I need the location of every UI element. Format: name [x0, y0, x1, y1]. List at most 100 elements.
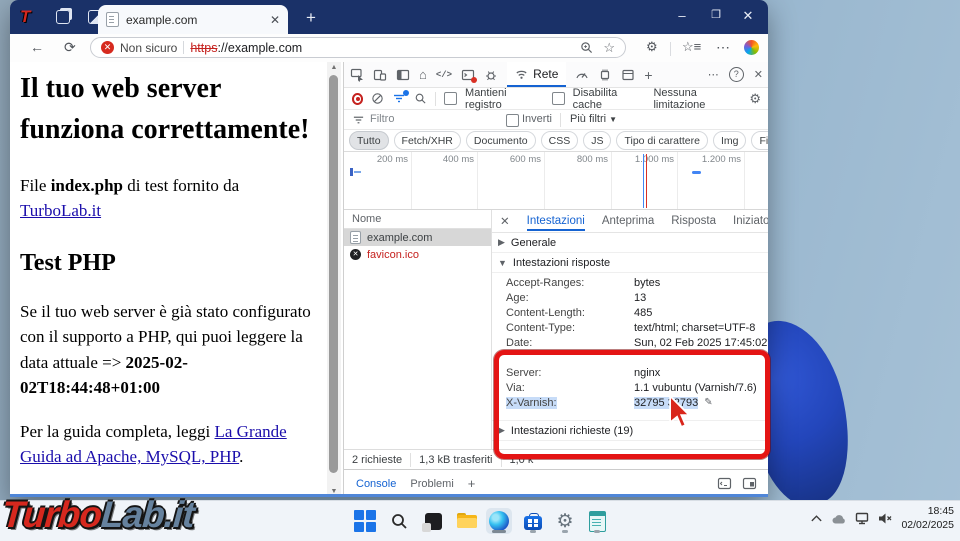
- title-bar: T example.com ✕ + – ❐ ✕: [10, 0, 768, 34]
- taskbar-app-dark-icon[interactable]: [420, 508, 446, 534]
- help-icon[interactable]: ?: [729, 67, 744, 82]
- filter-chip-js[interactable]: JS: [583, 131, 611, 150]
- expand-drawer-icon[interactable]: [742, 477, 757, 490]
- minimize-button[interactable]: –: [674, 8, 690, 23]
- preserve-log-checkbox[interactable]: [444, 92, 457, 105]
- tab-headers[interactable]: Intestazioni: [527, 211, 585, 231]
- new-tab-button[interactable]: +: [306, 8, 316, 28]
- header-row-xvarnish: X-Varnish: 32795 32793 ✎: [492, 395, 768, 410]
- workspaces-icon[interactable]: [56, 10, 70, 24]
- performance-icon[interactable]: [575, 68, 589, 82]
- console-icon[interactable]: [461, 68, 475, 82]
- filter-chip-img[interactable]: Img: [713, 131, 747, 150]
- filter-chip-media[interactable]: File multimediali: [751, 131, 768, 150]
- address-bar[interactable]: ✕ Non sicuro https://example.com ☆: [90, 37, 626, 58]
- column-header-name[interactable]: Nome: [352, 213, 381, 225]
- more-menu-icon[interactable]: ⋯: [716, 39, 730, 56]
- filter-chip-font[interactable]: Tipo di carattere: [616, 131, 707, 150]
- timeline-tick: 600 ms: [486, 154, 541, 165]
- details-close-icon[interactable]: ✕: [500, 214, 510, 228]
- application-icon[interactable]: [621, 68, 635, 82]
- filter-badge: [403, 90, 409, 96]
- section-general[interactable]: ▶ Generale: [492, 233, 768, 253]
- scrollbar-thumb[interactable]: [329, 75, 338, 473]
- filter-chip-doc[interactable]: Documento: [466, 131, 536, 150]
- favorites-list-icon[interactable]: ☆≡: [682, 39, 701, 55]
- search-icon[interactable]: [414, 92, 427, 105]
- settings-gear-icon[interactable]: ⚙: [552, 508, 578, 534]
- drawer-tab-problems[interactable]: Problemi: [410, 478, 453, 490]
- taskbar-search-icon[interactable]: [386, 508, 412, 534]
- onedrive-cloud-icon[interactable]: [831, 513, 847, 525]
- tray-chevron-icon[interactable]: [810, 513, 823, 524]
- tab-preview[interactable]: Anteprima: [602, 215, 654, 227]
- drawer-add-icon[interactable]: +: [468, 476, 476, 491]
- network-tray-icon[interactable]: [855, 512, 870, 525]
- refresh-icon[interactable]: ⟳: [64, 39, 76, 56]
- turbolab-link[interactable]: TurboLab.it: [20, 201, 101, 220]
- tab-network[interactable]: Rete: [507, 62, 566, 87]
- request-list: Nome example.com ✕ favicon.ico: [344, 210, 492, 449]
- devtools-panel: ⌂ </> Rete + ⋯ ? ✕: [343, 62, 768, 497]
- volume-muted-icon[interactable]: [878, 512, 893, 525]
- invert-checkbox[interactable]: [506, 114, 519, 127]
- more-filters-button[interactable]: Più filtri ▼: [570, 113, 617, 125]
- window-close-button[interactable]: ✕: [740, 8, 756, 24]
- tray-time: 18:45: [901, 505, 954, 519]
- xvarnish-value[interactable]: 32795 32793: [634, 397, 698, 409]
- tab-close-icon[interactable]: ✕: [270, 14, 280, 26]
- edit-pencil-icon[interactable]: ✎: [704, 397, 712, 408]
- edge-icon[interactable]: [486, 508, 512, 534]
- dock-drawer-icon[interactable]: [717, 477, 732, 490]
- devtools-close-icon[interactable]: ✕: [754, 68, 763, 81]
- browser-tab[interactable]: example.com ✕: [98, 5, 288, 34]
- throttling-select[interactable]: Nessuna limitazione: [653, 87, 741, 111]
- divider: [560, 113, 561, 127]
- timeline-tick: 400 ms: [419, 154, 474, 165]
- section-request-headers[interactable]: ▶ Intestazioni richieste (19): [492, 420, 768, 441]
- back-icon[interactable]: ←: [30, 39, 44, 55]
- copilot-icon[interactable]: [744, 40, 759, 55]
- disable-cache-checkbox[interactable]: [552, 92, 565, 105]
- tab-title: example.com: [126, 13, 263, 27]
- clear-icon[interactable]: [371, 92, 384, 105]
- home-icon[interactable]: ⌂: [419, 67, 427, 82]
- request-row-favicon[interactable]: ✕ favicon.ico: [344, 246, 491, 263]
- invert-label: Inverti: [522, 113, 552, 125]
- record-icon[interactable]: [352, 93, 363, 105]
- filter-chip-css[interactable]: CSS: [541, 131, 579, 150]
- tab-response[interactable]: Risposta: [671, 215, 716, 227]
- scroll-up-icon[interactable]: ▲: [327, 64, 341, 71]
- filter-input[interactable]: Filtro: [370, 113, 394, 125]
- filter-chip-all[interactable]: Tutto: [349, 131, 389, 150]
- memory-icon[interactable]: [598, 68, 612, 82]
- network-timeline[interactable]: 200 ms 400 ms 600 ms 800 ms 1.000 ms 1.2…: [344, 152, 768, 210]
- filter-toggle-icon[interactable]: [392, 92, 406, 105]
- dock-side-icon[interactable]: [396, 68, 410, 82]
- security-label: Non sicuro: [120, 41, 177, 55]
- page-scrollbar[interactable]: ▲ ▼: [327, 62, 341, 497]
- request-bar: [692, 171, 701, 174]
- maximize-button[interactable]: ❐: [708, 8, 724, 21]
- microsoft-store-icon[interactable]: [520, 508, 546, 534]
- filter-chip-xhr[interactable]: Fetch/XHR: [394, 131, 461, 150]
- inspect-icon[interactable]: [350, 68, 364, 82]
- device-toolbar-icon[interactable]: [373, 68, 387, 82]
- drawer-tab-console[interactable]: Console: [356, 478, 396, 490]
- devtools-more-icon[interactable]: ⋯: [708, 68, 719, 81]
- request-row-example[interactable]: example.com: [344, 229, 491, 246]
- file-explorer-icon[interactable]: [454, 508, 480, 534]
- start-button[interactable]: [352, 508, 378, 534]
- debug-icon[interactable]: [484, 68, 498, 82]
- tab-initiator[interactable]: Iniziatore: [733, 215, 768, 227]
- elements-icon[interactable]: </>: [436, 70, 452, 80]
- add-panel-icon[interactable]: +: [644, 67, 652, 83]
- header-row: Accept-Ranges:bytes: [492, 275, 768, 290]
- notepad-icon[interactable]: [584, 508, 610, 534]
- zoom-icon[interactable]: [580, 41, 593, 54]
- favorite-star-icon[interactable]: ☆: [603, 40, 615, 56]
- network-settings-icon[interactable]: ⚙: [749, 91, 761, 107]
- taskbar-clock[interactable]: 18:45 02/02/2025: [901, 505, 954, 532]
- section-response-headers[interactable]: ▼ Intestazioni risposte: [492, 253, 768, 273]
- extensions-icon[interactable]: ⚙: [646, 39, 658, 55]
